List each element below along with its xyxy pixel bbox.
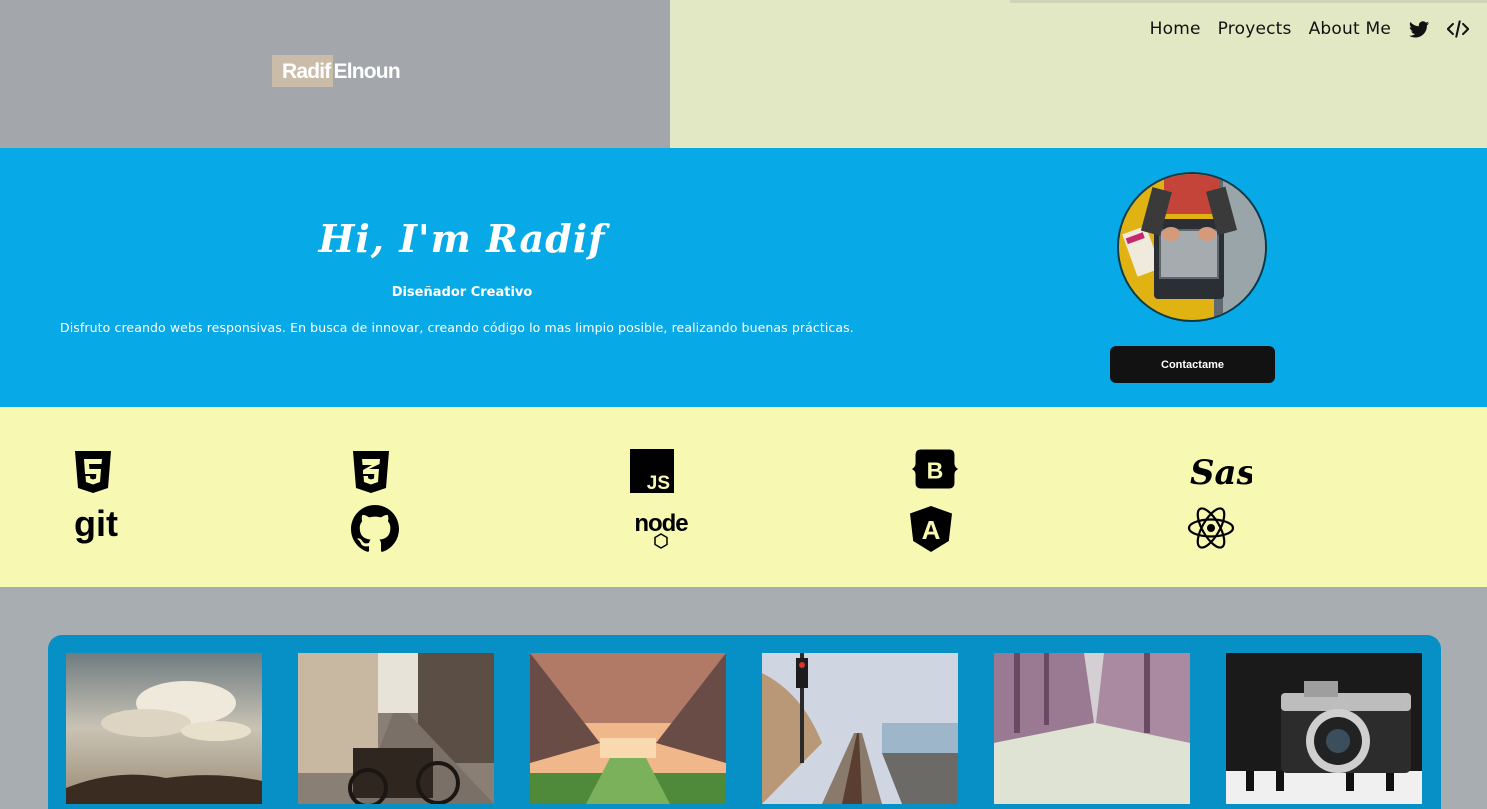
github-icon — [350, 504, 400, 554]
gallery-photo-camera[interactable] — [1226, 653, 1422, 804]
git-icon: git — [72, 503, 128, 553]
site-header: Radif Elnoun Home Proyects About Me — [0, 0, 1487, 148]
nav-home-link[interactable]: Home — [1150, 19, 1201, 39]
profile-avatar — [1117, 172, 1267, 322]
code-icon[interactable] — [1447, 18, 1469, 40]
hero-section: Hi, I'm Radif Diseñador Creativo Disfrut… — [0, 148, 1487, 407]
javascript-icon: JS — [627, 446, 677, 496]
main-nav: Home Proyects About Me — [1150, 18, 1469, 40]
hero-description: Disfruto creando webs responsivas. En bu… — [60, 320, 854, 335]
logo-first-name: Radif — [272, 55, 333, 87]
gallery-photo-trees[interactable] — [530, 653, 726, 804]
twitter-icon[interactable] — [1408, 18, 1430, 40]
gallery-photo-clouds[interactable] — [66, 653, 262, 804]
header-right-panel: Home Proyects About Me — [670, 0, 1487, 148]
header-left-panel: Radif Elnoun — [0, 0, 670, 148]
css3-icon — [346, 447, 396, 497]
skills-section: JS B Sass git node A — [0, 407, 1487, 587]
gallery-photo-railway[interactable] — [762, 653, 958, 804]
sass-icon: Sass — [1188, 445, 1252, 495]
svg-text:JS: JS — [647, 473, 670, 493]
hero-subtitle: Diseñador Creativo — [391, 285, 533, 300]
react-icon — [1186, 503, 1236, 553]
bootstrap-icon: B — [910, 444, 960, 494]
svg-text:Sass: Sass — [1190, 453, 1252, 493]
site-logo[interactable]: Radif Elnoun — [272, 55, 401, 87]
logo-last-name: Elnoun — [333, 59, 401, 83]
hero-title: Hi, I'm Radif — [318, 216, 606, 261]
nodejs-icon: node — [628, 505, 694, 549]
svg-text:node: node — [634, 510, 688, 537]
html5-icon — [68, 447, 118, 497]
contact-button[interactable]: Contactame — [1110, 346, 1275, 383]
svg-text:B: B — [927, 457, 944, 483]
angular-icon: A — [906, 504, 956, 554]
projects-gallery — [48, 635, 1441, 809]
gallery-photo-street[interactable] — [298, 653, 494, 804]
nav-projects-link[interactable]: Proyects — [1218, 19, 1292, 39]
nav-about-link[interactable]: About Me — [1309, 19, 1391, 39]
gallery-photo-forest[interactable] — [994, 653, 1190, 804]
svg-text:A: A — [922, 515, 941, 545]
svg-text:git: git — [74, 506, 118, 544]
